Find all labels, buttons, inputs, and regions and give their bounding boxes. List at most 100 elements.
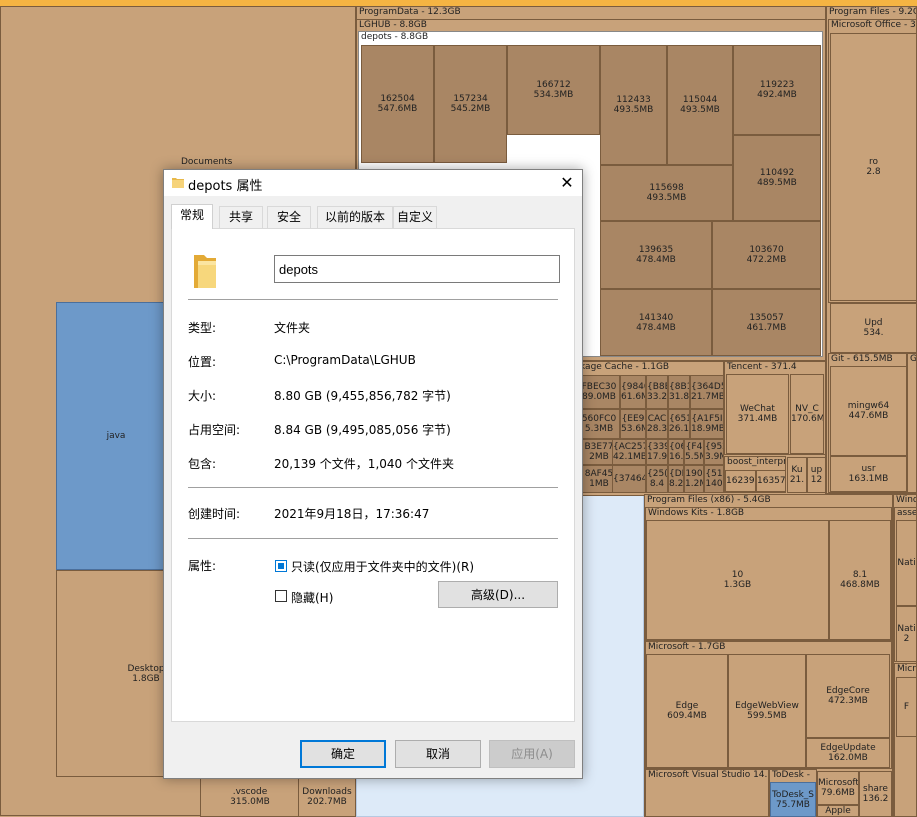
treemap-node-text: 16357 bbox=[757, 476, 786, 486]
treemap-node-label: 1901.2M bbox=[685, 469, 703, 489]
treemap-node-label: Microsoft 79.6MB bbox=[818, 778, 858, 798]
treemap-node-pk2[interactable]: {984061.6M bbox=[620, 375, 646, 409]
treemap-node-d11[interactable]: 141340 478.4MB bbox=[600, 289, 712, 356]
treemap-node-pk8[interactable]: CAC 28.3 bbox=[646, 409, 668, 439]
treemap-node-pk15[interactable]: {F45.5M bbox=[684, 439, 704, 465]
readonly-checkbox[interactable] bbox=[275, 560, 287, 572]
treemap-node-d1[interactable]: 162504 547.6MB bbox=[361, 45, 434, 163]
treemap-node-pk12[interactable]: {AC257 42.1MB bbox=[612, 439, 646, 465]
readonly-label[interactable]: 只读(仅应用于文件夹中的文件)(R) bbox=[291, 558, 474, 575]
treemap-node-pk9[interactable]: {651 26.1 bbox=[668, 409, 690, 439]
treemap-node-text: 12 bbox=[810, 475, 823, 485]
treemap-node-label: EdgeWebView 599.5MB bbox=[729, 701, 805, 721]
treemap-node-todesk2[interactable]: ToDesk_S 75.7MB bbox=[770, 782, 816, 817]
treemap-node-b1[interactable]: 162397 bbox=[725, 470, 756, 492]
treemap-node-text: 545.2MB bbox=[450, 104, 491, 114]
treemap-node-ku[interactable]: Ku 21. bbox=[787, 457, 807, 493]
treemap-node-edgeupd[interactable]: EdgeUpdate 162.0MB bbox=[806, 738, 890, 768]
folder-icon bbox=[172, 178, 184, 188]
treemap-node-pk1[interactable]: FBEC30 89.0MB bbox=[578, 375, 620, 409]
treemap-node-d3[interactable]: 166712 534.3MB bbox=[507, 45, 600, 135]
treemap-node-text: 461.7MB bbox=[746, 322, 787, 333]
treemap-node-nati2[interactable]: Nati 2 bbox=[896, 606, 917, 662]
treemap-node-nvc[interactable]: NV_C 170.6M bbox=[790, 374, 824, 454]
treemap-node-pk4[interactable]: {8B131.8 bbox=[668, 375, 690, 409]
treemap-node-text: 61.6M bbox=[621, 392, 645, 402]
treemap-node-label: CAC 28.3 bbox=[647, 414, 667, 434]
treemap-node-pk16[interactable]: {9523.9M bbox=[704, 439, 724, 465]
treemap-node-d4[interactable]: 112433 493.5MB bbox=[600, 45, 667, 165]
treemap-node-pk5[interactable]: {364D5 21.7MB bbox=[690, 375, 724, 409]
treemap-node-nati1[interactable]: Nati bbox=[896, 520, 917, 606]
treemap-node-d12[interactable]: 135057 461.7MB bbox=[712, 289, 821, 356]
treemap-node-d5[interactable]: 115044 493.5MB bbox=[667, 45, 733, 165]
treemap-node-d8[interactable]: 115698 493.5MB bbox=[600, 165, 733, 221]
apply-button[interactable]: 应用(A) bbox=[489, 740, 575, 768]
tab-sharing[interactable]: 共享 bbox=[219, 206, 263, 228]
treemap-node-pk13[interactable]: {339 17.9 bbox=[646, 439, 668, 465]
treemap-node-wechat[interactable]: WeChat 371.4MB bbox=[726, 374, 789, 454]
treemap-node-vscode[interactable]: .vscode 315.0MB bbox=[200, 777, 300, 817]
treemap-node-mingw[interactable]: mingw64 447.6MB bbox=[830, 366, 907, 456]
treemap-node-javxx[interactable]: java bbox=[56, 302, 176, 570]
treemap-node-text: 2.8 bbox=[866, 167, 881, 177]
treemap-node-upd[interactable]: Upd 534. bbox=[830, 303, 917, 353]
treemap-node-pk10[interactable]: {A1F5I 18.9MB bbox=[690, 409, 724, 439]
treemap-node-pk3[interactable]: {B8E 33.2 bbox=[646, 375, 668, 409]
treemap-node-pk22[interactable]: {51 140 bbox=[704, 465, 724, 493]
treemap-node-edgewv[interactable]: EdgeWebView 599.5MB bbox=[728, 654, 806, 768]
treemap-node-apple[interactable]: Apple bbox=[817, 805, 859, 817]
treemap-node-text: 1.3GB bbox=[723, 580, 752, 590]
treemap-node-text: 33.2 bbox=[647, 392, 668, 402]
treemap-node-d7[interactable]: 110492 489.5MB bbox=[733, 135, 821, 221]
treemap-node-d6[interactable]: 119223 492.4MB bbox=[733, 45, 821, 135]
treemap-node-label: {364D5 21.7MB bbox=[691, 382, 723, 402]
treemap-node-label: {EE953.6M bbox=[621, 414, 645, 434]
treemap-node-text: 157234 bbox=[453, 94, 488, 104]
treemap-node-pk7[interactable]: {EE953.6M bbox=[620, 409, 646, 439]
treemap-node-label: F bbox=[897, 702, 916, 712]
treemap-node-f1[interactable]: F bbox=[896, 677, 917, 737]
treemap-node-b2[interactable]: 16357 bbox=[756, 470, 786, 492]
treemap-node-msvs[interactable]: Microsoft Visual Studio 14.0 - bbox=[645, 769, 769, 817]
treemap-node-ro[interactable]: ro 2.8 bbox=[830, 33, 917, 301]
treemap-node-pk6[interactable]: 560FC0 5.3MB bbox=[578, 409, 620, 439]
treemap-node-d10[interactable]: 103670 472.2MB bbox=[712, 221, 821, 289]
treemap-node-usr[interactable]: usr 163.1MB bbox=[830, 456, 907, 492]
treemap-node-edge[interactable]: Edge 609.4MB bbox=[646, 654, 728, 768]
treemap-node-up[interactable]: up 12 bbox=[807, 457, 826, 493]
advanced-button[interactable]: 高级(D)... bbox=[438, 581, 558, 608]
treemap-node-text: 140 bbox=[705, 479, 723, 489]
treemap-node-go[interactable]: Go bbox=[907, 353, 917, 493]
hidden-checkbox[interactable] bbox=[275, 590, 287, 602]
ok-button[interactable]: 确定 bbox=[300, 740, 386, 768]
dialog-titlebar[interactable]: depots 属性 ✕ bbox=[164, 170, 582, 196]
contains-label: 包含: bbox=[188, 457, 217, 471]
treemap-node-text: {A1F5I bbox=[691, 414, 723, 424]
treemap-node-text: 547.6MB bbox=[377, 104, 418, 114]
hidden-label[interactable]: 隐藏(H) bbox=[291, 589, 333, 606]
treemap-node-pk20[interactable]: {DE8.2M bbox=[668, 465, 684, 493]
tab-general[interactable]: 常规 bbox=[171, 204, 213, 229]
treemap-node-msmini[interactable]: Microsoft 79.6MB bbox=[817, 771, 859, 805]
tab-previous-versions[interactable]: 以前的版本 bbox=[317, 206, 393, 228]
cancel-button[interactable]: 取消 bbox=[395, 740, 481, 768]
treemap-node-downloads[interactable]: Downloads 202.7MB bbox=[298, 777, 356, 817]
treemap-node-pk14[interactable]: {0616.8 bbox=[668, 439, 684, 465]
tab-security[interactable]: 安全 bbox=[267, 206, 311, 228]
treemap-node-pk18[interactable]: {37464 bbox=[612, 465, 646, 493]
folder-name-input[interactable] bbox=[274, 255, 560, 283]
close-button[interactable]: ✕ bbox=[552, 170, 582, 196]
treemap-node-edgecore[interactable]: EdgeCore 472.3MB bbox=[806, 654, 890, 738]
treemap-node-d2[interactable]: 157234 545.2MB bbox=[434, 45, 507, 163]
treemap-node-wk10[interactable]: 10 1.3GB bbox=[646, 520, 829, 640]
treemap-node-pk21[interactable]: 1901.2M bbox=[684, 465, 704, 493]
treemap-node-label: Downloads 202.7MB bbox=[299, 787, 355, 807]
treemap-node-pk19[interactable]: {25(8.4 bbox=[646, 465, 668, 493]
treemap-node-label: Upd 534. bbox=[831, 318, 916, 338]
tab-customize[interactable]: 自定义 bbox=[393, 206, 437, 228]
treemap-node-d9[interactable]: 139635 478.4MB bbox=[600, 221, 712, 289]
treemap-node-wk81[interactable]: 8.1 468.8MB bbox=[829, 520, 891, 640]
treemap-node-shared[interactable]: share 136.2 bbox=[859, 771, 892, 817]
treemap-node-text: 493.5MB bbox=[646, 193, 687, 203]
